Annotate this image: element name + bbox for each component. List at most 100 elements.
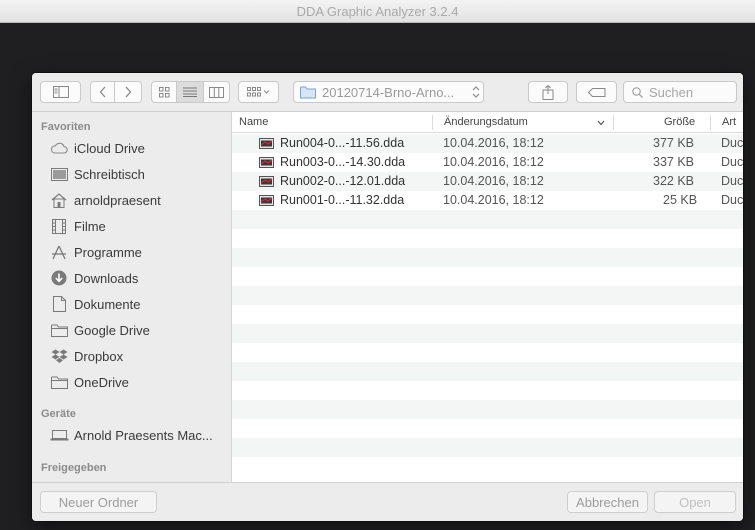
column-header-kind[interactable]: Art bbox=[722, 116, 736, 128]
folder-icon bbox=[48, 324, 70, 337]
search-input[interactable] bbox=[649, 84, 729, 100]
table-row[interactable]: Run003-0...-14.30.dda 10.04.2016, 18:12 … bbox=[232, 153, 743, 172]
empty-row bbox=[232, 400, 743, 419]
column-header-bar: Name Änderungsdatum Größe Art bbox=[232, 112, 743, 133]
window-titlebar: DDA Graphic Analyzer 3.2.4 bbox=[0, 0, 755, 23]
file-name: Run001-0...-11.32.dda bbox=[280, 193, 405, 207]
column-separator bbox=[432, 115, 433, 130]
empty-row bbox=[232, 324, 743, 343]
document-icon bbox=[48, 296, 70, 312]
empty-row bbox=[232, 362, 743, 381]
file-name: Run003-0...-14.30.dda bbox=[280, 155, 406, 169]
empty-row bbox=[232, 248, 743, 267]
sidebar-item-downloads[interactable]: Downloads bbox=[32, 265, 231, 291]
forward-button[interactable] bbox=[115, 81, 142, 103]
file-date: 10.04.2016, 18:12 bbox=[443, 174, 544, 188]
list-icon bbox=[183, 87, 197, 97]
sidebar-item-dokumente[interactable]: Dokumente bbox=[32, 291, 231, 317]
sidebar-section-header: Favoriten bbox=[41, 121, 91, 133]
path-popup-label: 20120714-Brno-Arno... bbox=[322, 84, 455, 100]
file-date: 10.04.2016, 18:12 bbox=[443, 155, 544, 169]
sidebar-toggle-button[interactable] bbox=[40, 81, 81, 103]
empty-row bbox=[232, 438, 743, 457]
chevron-left-icon bbox=[99, 86, 105, 98]
cancel-button[interactable]: Abbrechen bbox=[567, 491, 648, 513]
file-date: 10.04.2016, 18:12 bbox=[443, 193, 544, 207]
column-header-date[interactable]: Änderungsdatum bbox=[444, 116, 528, 128]
file-size: 377 KB bbox=[653, 136, 695, 150]
share-icon bbox=[542, 84, 554, 100]
empty-row bbox=[232, 286, 743, 305]
grid-icon bbox=[158, 86, 169, 97]
column-header-size[interactable]: Größe bbox=[664, 116, 695, 128]
empty-row bbox=[232, 343, 743, 362]
icon-view-button[interactable] bbox=[151, 81, 177, 103]
applications-icon bbox=[48, 245, 70, 260]
new-folder-button[interactable]: Neuer Ordner bbox=[40, 491, 157, 513]
sidebar-item-google-drive[interactable]: Google Drive bbox=[32, 317, 231, 343]
empty-row bbox=[232, 419, 743, 438]
computer-icon bbox=[48, 429, 70, 441]
empty-row bbox=[232, 210, 743, 229]
empty-row bbox=[232, 229, 743, 248]
sidebar-item-filme[interactable]: Filme bbox=[32, 213, 231, 239]
search-field[interactable] bbox=[623, 81, 737, 103]
sidebar: Favoriten iCloud Drive Schreibtisch arno… bbox=[32, 112, 232, 482]
download-icon bbox=[48, 270, 70, 286]
chevron-right-icon bbox=[125, 86, 132, 98]
file-kind: Duc bbox=[721, 155, 743, 169]
dropbox-icon bbox=[48, 349, 70, 364]
file-list: Name Änderungsdatum Größe Art Run004-0..… bbox=[232, 112, 743, 482]
sidebar-section-header: Freigegeben bbox=[41, 462, 107, 474]
sidebar-item-icloud-drive[interactable]: iCloud Drive bbox=[32, 135, 231, 161]
window-title: DDA Graphic Analyzer 3.2.4 bbox=[296, 4, 459, 19]
sidebar-item-schreibtisch[interactable]: Schreibtisch bbox=[32, 161, 231, 187]
column-header-name[interactable]: Name bbox=[239, 116, 268, 128]
cloud-icon bbox=[48, 142, 70, 154]
tag-icon bbox=[587, 87, 605, 97]
column-separator bbox=[613, 115, 614, 130]
column-separator bbox=[710, 115, 711, 130]
table-row[interactable]: Run002-0...-12.01.dda 10.04.2016, 18:12 … bbox=[232, 172, 743, 191]
file-size: 25 KB bbox=[663, 193, 698, 207]
dialog-toolbar: 20120714-Brno-Arno... bbox=[32, 73, 743, 112]
dialog-bottombar: Neuer Ordner Abbrechen Open bbox=[32, 482, 743, 521]
open-button[interactable]: Open bbox=[654, 491, 736, 513]
file-size: 322 KB bbox=[653, 174, 695, 188]
folder-icon bbox=[300, 86, 316, 98]
arrange-icon bbox=[246, 87, 269, 97]
file-name: Run004-0...-11.56.dda bbox=[280, 136, 405, 150]
dda-file-icon bbox=[259, 176, 274, 187]
table-row[interactable]: Run001-0...-11.32.dda 10.04.2016, 18:12 … bbox=[232, 191, 743, 210]
empty-row bbox=[232, 381, 743, 400]
sidebar-item-home[interactable]: arnoldpraesent bbox=[32, 187, 231, 213]
folder-icon bbox=[48, 376, 70, 389]
path-popup-button[interactable]: 20120714-Brno-Arno... bbox=[293, 81, 484, 103]
sidebar-item-mac[interactable]: Arnold Praesents Mac... bbox=[32, 422, 231, 448]
tags-button[interactable] bbox=[576, 81, 617, 103]
updown-chevron-icon bbox=[472, 86, 480, 98]
file-name: Run002-0...-12.01.dda bbox=[280, 174, 406, 188]
column-view-button[interactable] bbox=[204, 81, 230, 103]
file-kind: Duc bbox=[721, 136, 743, 150]
chevron-down-icon bbox=[597, 120, 605, 126]
sidebar-section-header: Geräte bbox=[41, 408, 76, 420]
list-view-button[interactable] bbox=[177, 81, 204, 103]
file-date: 10.04.2016, 18:12 bbox=[443, 136, 544, 150]
back-button[interactable] bbox=[90, 81, 115, 103]
sidebar-item-onedrive[interactable]: OneDrive bbox=[32, 369, 231, 395]
sidebar-toggle-icon bbox=[52, 86, 69, 98]
dda-file-icon bbox=[259, 157, 274, 168]
sidebar-item-dropbox[interactable]: Dropbox bbox=[32, 343, 231, 369]
group-by-button[interactable] bbox=[238, 81, 279, 103]
sidebar-item-programme[interactable]: Programme bbox=[32, 239, 231, 265]
columns-icon bbox=[209, 86, 224, 98]
empty-row bbox=[232, 267, 743, 286]
empty-row bbox=[232, 457, 743, 476]
file-size: 337 KB bbox=[653, 155, 695, 169]
open-dialog: 20120714-Brno-Arno... Favoriten iCloud D… bbox=[32, 73, 743, 521]
desktop-icon bbox=[48, 167, 70, 181]
share-button[interactable] bbox=[528, 81, 568, 103]
table-row[interactable]: Run004-0...-11.56.dda 10.04.2016, 18:12 … bbox=[232, 134, 743, 153]
file-kind: Duc bbox=[721, 174, 743, 188]
